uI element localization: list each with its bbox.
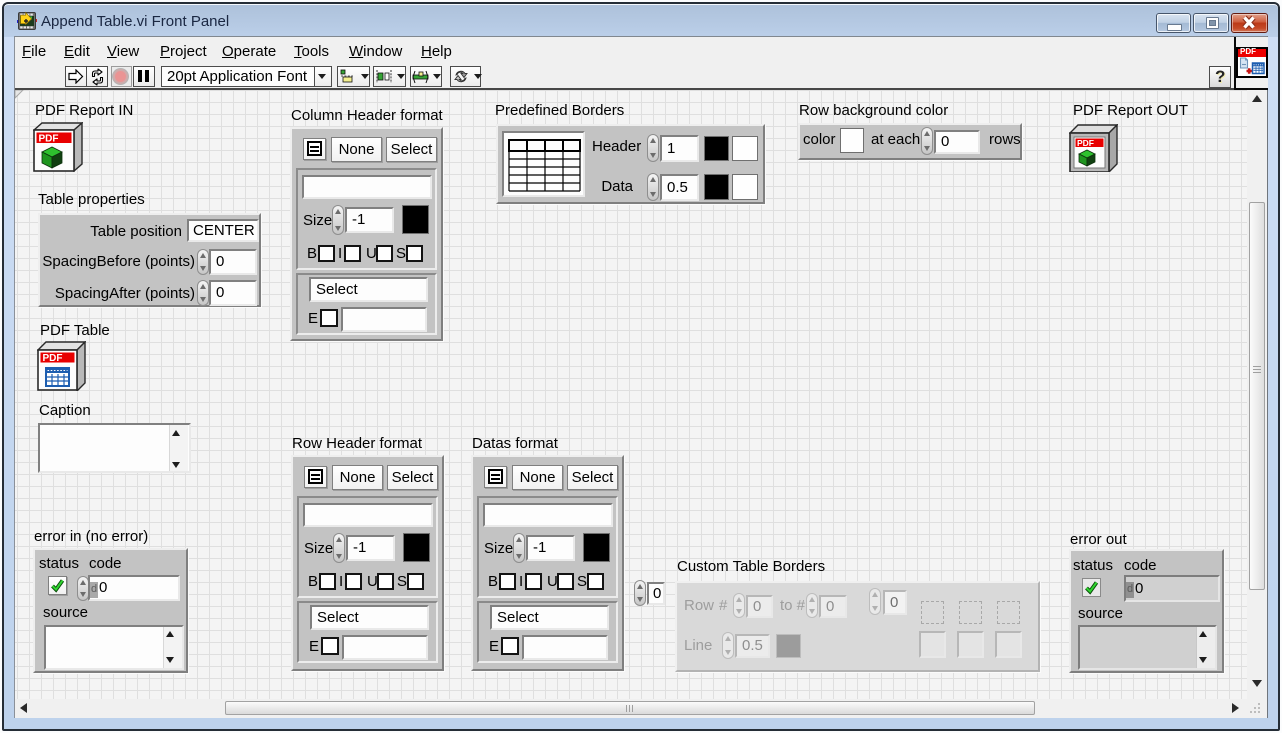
svg-text:PDF: PDF [1077,138,1094,148]
svg-text:PDF: PDF [39,134,59,145]
svg-text:PDF: PDF [43,353,63,364]
